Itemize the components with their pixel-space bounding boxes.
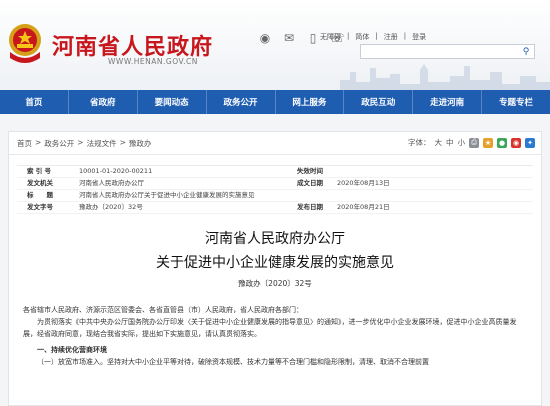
document-body: 各省辖市人民政府、济源示范区管委会、各省直管县（市）人民政府，省人民政府各部门：…: [23, 304, 527, 368]
meta-row: 发文机关 河南省人民政府办公厅 成文日期 2020年08月13日: [17, 178, 533, 190]
site-header: 河南省人民政府 WWW.HENAN.GOV.CN ◉ ✉ ▯ ☏ 无障碍 | 简…: [0, 0, 550, 90]
article-tools: 字体： 大 中 小 ⎙ ★ ● ◉ ✦: [408, 137, 535, 148]
wechat-share-icon[interactable]: ●: [497, 137, 507, 148]
document-metadata: 索 引 号 10001-01-2020-00211 失效时间 发文机关 河南省人…: [17, 165, 533, 214]
register-link[interactable]: 注册: [384, 32, 398, 42]
document-title-line2: 关于促进中小企业健康发展的实施意见: [156, 255, 394, 271]
breadcrumb-separator: >: [35, 137, 42, 147]
qzone-share-icon[interactable]: ✦: [525, 137, 535, 148]
meta-value: 2020年08月13日: [337, 179, 390, 187]
meta-value: 豫政办〔2020〕32号: [79, 203, 143, 211]
divider: |: [347, 32, 350, 40]
nav-news[interactable]: 要闻动态: [138, 90, 207, 114]
nav-online-services[interactable]: 网上服务: [276, 90, 345, 114]
meta-value: 10001-01-2020-00211: [79, 167, 153, 175]
weibo-icon[interactable]: ◉: [258, 31, 272, 45]
breadcrumb-separator: >: [77, 137, 84, 147]
print-icon[interactable]: ⎙: [469, 137, 479, 148]
top-links: 无障碍 | 简体 | 注册 | 登录: [320, 32, 426, 42]
national-emblem-icon: [9, 24, 41, 63]
meta-key: 标 题: [27, 191, 53, 199]
meta-key: 发文机关: [27, 179, 53, 187]
city-skyline-graphic: [340, 64, 550, 90]
nav-about-henan[interactable]: 走进河南: [413, 90, 483, 114]
accessibility-link[interactable]: 无障碍: [320, 32, 341, 42]
meta-value: 河南省人民政府办公厅关于促进中小企业健康发展的实施意见: [79, 191, 255, 199]
document-title-line1: 河南省人民政府办公厅: [205, 231, 345, 247]
meta-row: 发文字号 豫政办〔2020〕32号 发布日期 2020年08月21日: [17, 202, 533, 214]
meta-key: 索 引 号: [27, 167, 52, 175]
login-link[interactable]: 登录: [412, 32, 426, 42]
breadcrumb-current[interactable]: 豫政办: [129, 138, 152, 149]
divider: |: [403, 32, 407, 40]
mobile-icon[interactable]: ▯: [306, 31, 320, 45]
font-small-button[interactable]: 小: [458, 137, 466, 148]
nav-special-topics[interactable]: 专题专栏: [482, 90, 550, 114]
weibo-share-icon[interactable]: ◉: [511, 137, 521, 148]
breadcrumb-bar: 首页 > 政务公开 > 法规文件 > 豫政办 字体： 大 中 小 ⎙ ★ ● ◉…: [9, 132, 541, 155]
search-icon[interactable]: ⚲: [520, 46, 532, 58]
site-url: WWW.HENAN.GOV.CN: [108, 57, 198, 66]
nav-interaction[interactable]: 政民互动: [344, 90, 414, 114]
search-box: ⚲: [360, 44, 535, 65]
breadcrumb-separator: >: [119, 137, 126, 147]
font-medium-button[interactable]: 中: [446, 137, 454, 148]
breadcrumb-gov-affairs[interactable]: 政务公开: [44, 138, 74, 149]
meta-key: 成文日期: [297, 179, 323, 187]
document-number: 豫政办〔2020〕32号: [238, 279, 312, 288]
meta-key: 发文字号: [27, 203, 53, 211]
meta-value: 2020年08月21日: [337, 203, 390, 211]
wechat-icon[interactable]: ✉: [282, 31, 296, 45]
nav-government-affairs[interactable]: 政务公开: [207, 90, 276, 114]
breadcrumb-home[interactable]: 首页: [17, 138, 32, 149]
meta-row: 标 题 河南省人民政府办公厅关于促进中小企业健康发展的实施意见: [17, 190, 533, 202]
salutation: 各省辖市人民政府、济源示范区管委会、各省直管县（市）人民政府，省人民政府各部门：: [23, 306, 303, 314]
nav-provincial-government[interactable]: 省政府: [69, 90, 138, 114]
meta-key: 失效时间: [297, 167, 323, 175]
font-size-label: 字体：: [408, 138, 431, 147]
meta-value: 河南省人民政府办公厅: [79, 179, 144, 187]
divider: |: [375, 32, 378, 40]
main-nav: 首页 省政府 要闻动态 政务公开 网上服务 政民互动 走进河南 专题专栏: [0, 90, 550, 114]
breadcrumb: 首页 > 政务公开 > 法规文件 > 豫政办: [9, 138, 151, 149]
breadcrumb-regulations[interactable]: 法规文件: [87, 138, 117, 149]
meta-key: 发布日期: [297, 203, 323, 211]
simplified-link[interactable]: 简体: [355, 32, 369, 42]
share-icon[interactable]: ★: [483, 137, 493, 148]
nav-home[interactable]: 首页: [0, 90, 69, 114]
article-card: 首页 > 政务公开 > 法规文件 > 豫政办 字体： 大 中 小 ⎙ ★ ● ◉…: [8, 131, 542, 406]
paragraph: （一）放宽市场准入。坚持对大中小企业平等对待，破除资本规模、技术力量等不合理门槛…: [37, 358, 429, 366]
font-large-button[interactable]: 大: [435, 137, 443, 148]
meta-row: 索 引 号 10001-01-2020-00211 失效时间: [17, 166, 533, 178]
paragraph: 为贯彻落实《中共中央办公厅国务院办公厅印发〈关于促进中小企业健康发展的指导意见〉…: [23, 318, 517, 338]
section-heading: 一、持续优化营商环境: [37, 346, 107, 354]
